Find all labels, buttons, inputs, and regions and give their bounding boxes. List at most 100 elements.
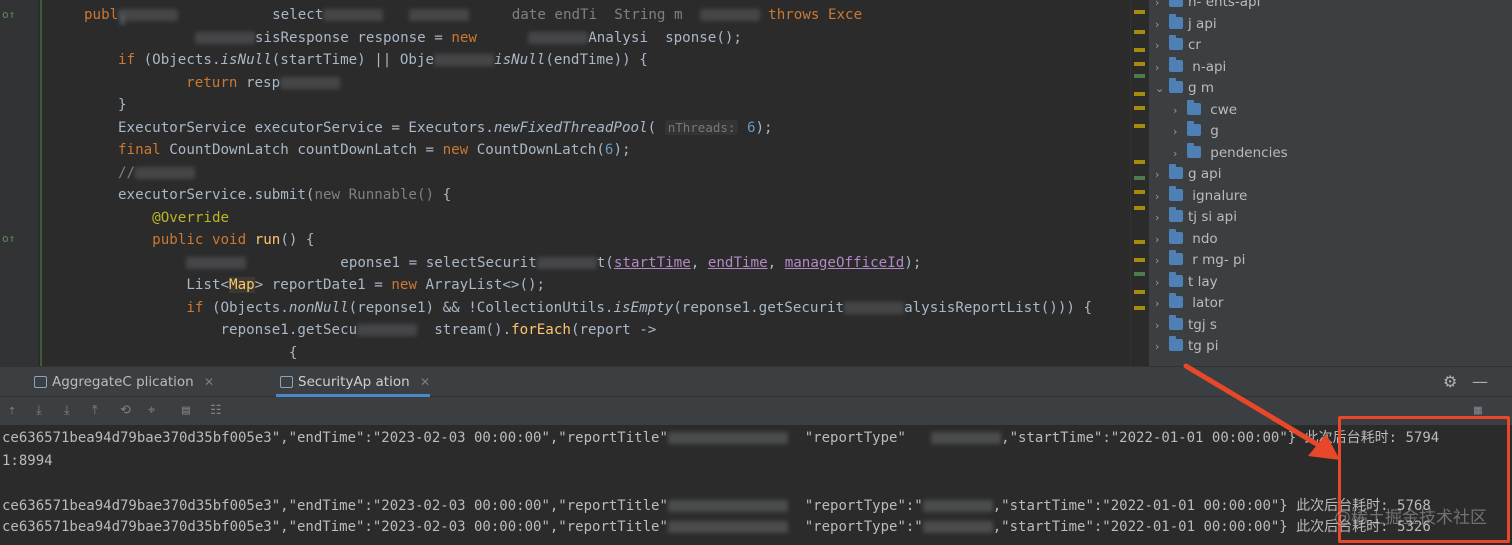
tree-item[interactable]: › n- ents-api (1155, 0, 1260, 14)
tree-item[interactable]: › ignalure (1155, 185, 1248, 208)
run-tab-aggregate[interactable]: AggregateC plication ✕ (30, 367, 214, 397)
hide-icon[interactable]: — (1472, 372, 1488, 391)
print-icon[interactable]: ▤ (182, 403, 190, 418)
tree-item-label: pendencies (1206, 144, 1288, 161)
stripe-mark[interactable] (1134, 10, 1145, 14)
code-line[interactable]: if (Objects.isNull(startTime) || Obje isN… (118, 49, 648, 72)
code-line[interactable]: } (118, 94, 127, 117)
chevron-right-icon[interactable]: › (1155, 250, 1169, 272)
stripe-mark[interactable] (1134, 92, 1145, 96)
stripe-mark[interactable] (1134, 160, 1145, 164)
tree-item[interactable]: › pendencies (1173, 142, 1288, 165)
gear-icon[interactable]: ⚙ (1443, 372, 1457, 391)
chevron-right-icon[interactable]: › (1155, 229, 1169, 251)
code-line[interactable]: if (Objects.nonNull(reponse1) && !Collec… (118, 297, 1092, 320)
code-line[interactable]: ExecutorService executorService = Execut… (118, 117, 773, 140)
stripe-mark[interactable] (1134, 272, 1145, 276)
code-line[interactable]: reponse1.getSecu stream().forEach(report… (118, 319, 656, 342)
stripe-mark[interactable] (1134, 48, 1145, 52)
code-line[interactable]: return resp (152, 72, 341, 95)
tree-item[interactable]: › cwe (1173, 99, 1237, 122)
scroll-end-icon[interactable]: ⤓ (64, 403, 70, 418)
code-token: // (118, 164, 136, 181)
code-editor[interactable]: o↑ o↑ publi select date endTi String m t… (0, 0, 1148, 366)
stripe-mark[interactable] (1134, 306, 1145, 310)
chevron-right-icon[interactable]: › (1155, 336, 1169, 358)
tree-item[interactable]: › cr (1155, 35, 1201, 57)
code-token: eponse1 = selectSecurit (246, 254, 537, 271)
stripe-mark[interactable] (1134, 258, 1145, 262)
chevron-down-icon[interactable]: ⌄ (1155, 78, 1169, 100)
restore-icon[interactable]: ⟲ (120, 403, 131, 418)
code-line[interactable]: @Override (118, 207, 229, 230)
chevron-right-icon[interactable]: › (1155, 293, 1169, 315)
code-token: 6 (746, 119, 756, 136)
error-stripe[interactable] (1130, 0, 1148, 366)
clear-icon[interactable]: ☷ (210, 403, 222, 418)
code-token: if (118, 52, 136, 68)
pin-icon[interactable]: ⌖ (148, 403, 155, 418)
stripe-mark[interactable] (1134, 62, 1145, 66)
code-line[interactable]: // (118, 162, 196, 185)
code-line[interactable]: sisResponse response = new Analysi spons… (118, 27, 742, 50)
code-token: new (442, 142, 469, 158)
chevron-right-icon[interactable]: › (1155, 57, 1169, 79)
tree-item[interactable]: › lator (1155, 293, 1223, 315)
stripe-mark[interactable] (1134, 74, 1145, 78)
chevron-right-icon[interactable]: › (1173, 143, 1187, 165)
tree-item[interactable]: ⌄ g m (1155, 78, 1214, 100)
code-token: ExecutorService executorService = Execut… (118, 119, 494, 136)
project-tree[interactable]: › n- ents-api › j api › cr › n-api ⌄ g m › cwe › g… (1149, 0, 1512, 366)
stripe-mark[interactable] (1134, 240, 1145, 244)
module-folder-icon (1169, 228, 1183, 244)
code-line[interactable]: publi select date endTi String m throws … (84, 4, 862, 28)
run-tab-security[interactable]: SecurityAp ation ✕ (276, 367, 431, 397)
override-marker-icon[interactable]: o↑ (2, 232, 15, 245)
tree-item[interactable]: › g (1173, 121, 1219, 143)
stripe-mark[interactable] (1134, 124, 1145, 128)
code-token: new Runnable() (314, 187, 435, 203)
tree-item[interactable]: › tgj s (1155, 314, 1217, 337)
tree-item[interactable]: › t lay (1155, 271, 1218, 294)
module-folder-icon (1169, 207, 1183, 222)
chevron-right-icon[interactable]: › (1155, 14, 1169, 36)
tree-item[interactable]: › n-api (1155, 56, 1226, 79)
code-line[interactable]: public void run() { (118, 229, 314, 252)
close-icon[interactable]: ✕ (420, 375, 430, 389)
chevron-right-icon[interactable]: › (1155, 186, 1169, 208)
tree-item[interactable]: › ndo (1155, 228, 1218, 251)
chevron-right-icon[interactable]: › (1155, 164, 1169, 186)
console-line: ce636571bea94d79bae370d35bf005e3","endTi… (2, 516, 1431, 538)
editor-gutter[interactable]: o↑ o↑ (0, 0, 38, 366)
chevron-right-icon[interactable]: › (1155, 315, 1169, 337)
stripe-mark[interactable] (1134, 206, 1145, 210)
tree-item[interactable]: › tj si api (1155, 207, 1237, 229)
chevron-right-icon[interactable]: › (1173, 121, 1187, 143)
stripe-mark[interactable] (1134, 30, 1145, 34)
scroll-up-icon[interactable]: ⇡ (8, 403, 16, 418)
tree-item[interactable]: › tg pi (1155, 336, 1218, 358)
code-line[interactable]: eponse1 = selectSecurit t(startTime, endT… (118, 252, 921, 275)
chevron-right-icon[interactable]: › (1155, 35, 1169, 57)
tree-item[interactable]: › g api (1155, 164, 1221, 186)
stripe-mark[interactable] (1134, 106, 1145, 110)
stripe-mark[interactable] (1134, 176, 1145, 180)
stripe-mark[interactable] (1134, 190, 1145, 194)
tree-item[interactable]: › r mg- pi (1155, 250, 1245, 272)
code-line[interactable]: final CountDownLatch countDownLatch = ne… (118, 139, 631, 162)
override-marker-icon[interactable]: o↑ (2, 8, 15, 21)
upload-icon[interactable]: ⤒ (92, 403, 98, 418)
code-line[interactable]: { (118, 342, 298, 365)
stripe-mark[interactable] (1134, 290, 1145, 294)
close-icon[interactable]: ✕ (204, 375, 214, 389)
chevron-right-icon[interactable]: › (1173, 100, 1187, 122)
tree-item-label: ignalure (1188, 187, 1248, 204)
chevron-right-icon[interactable]: › (1155, 0, 1169, 14)
code-line[interactable]: List<Map> reportDate1 = new ArrayList<>(… (118, 274, 545, 297)
tree-item[interactable]: › j api (1155, 13, 1217, 36)
chevron-right-icon[interactable]: › (1155, 207, 1169, 229)
download-icon[interactable]: ⤓ (36, 403, 42, 418)
code-line[interactable]: executorService.submit(new Runnable() { (118, 184, 451, 207)
chevron-right-icon[interactable]: › (1155, 272, 1169, 294)
